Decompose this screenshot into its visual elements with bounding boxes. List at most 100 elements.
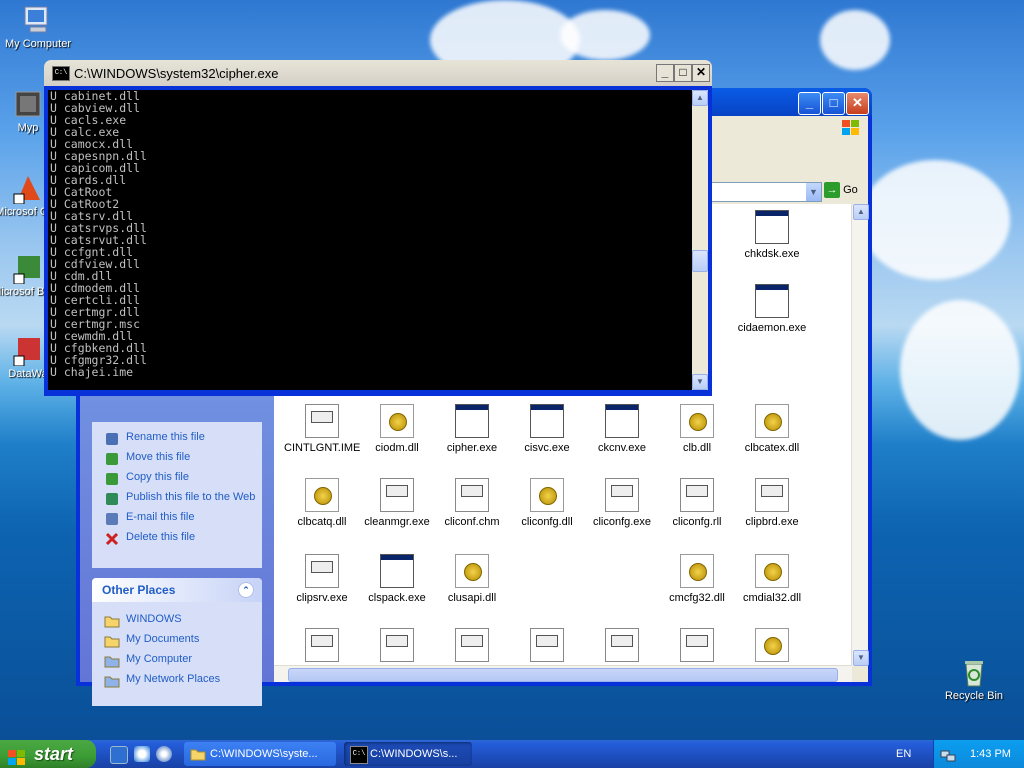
go-button[interactable]: → Go bbox=[824, 182, 864, 202]
file-icon bbox=[305, 404, 339, 438]
scroll-down-icon[interactable]: ▼ bbox=[853, 650, 869, 666]
file-item[interactable]: chkdsk.exe bbox=[734, 210, 810, 260]
dll-file-icon bbox=[530, 478, 564, 512]
file-item[interactable]: cmmon32.exe bbox=[584, 628, 660, 666]
scroll-down-icon[interactable]: ▼ bbox=[692, 374, 708, 390]
windows-flag-icon bbox=[8, 746, 26, 765]
other-places-title: Other Places bbox=[102, 583, 176, 597]
taskbar-button-explorer[interactable]: C:\WINDOWS\syste... bbox=[184, 742, 336, 766]
go-arrow-icon: → bbox=[824, 182, 840, 198]
file-item[interactable]: ckcnv.exe bbox=[584, 404, 660, 454]
dll-file-icon bbox=[755, 628, 789, 662]
minimize-button[interactable]: _ bbox=[798, 92, 821, 115]
horizontal-scrollbar[interactable] bbox=[274, 665, 852, 682]
desktop-icon-my-computer[interactable]: My Computer bbox=[0, 4, 76, 50]
file-item[interactable]: cmpbk32.dll bbox=[734, 628, 810, 666]
application-icon bbox=[380, 554, 414, 588]
task-link-delete[interactable]: Delete this file bbox=[92, 528, 262, 548]
go-label: Go bbox=[843, 184, 858, 196]
console-titlebar[interactable]: C:\ C:\WINDOWS\system32\cipher.exe _ □ ✕ bbox=[44, 60, 712, 86]
scroll-thumb[interactable] bbox=[288, 668, 838, 682]
console-maximize-button[interactable]: □ bbox=[674, 64, 692, 82]
other-places-header[interactable]: Other Places ⌃ bbox=[92, 578, 262, 602]
taskbar-button-console[interactable]: C:\ C:\WINDOWS\s... bbox=[344, 742, 472, 766]
desktop-icon-label: Myp bbox=[17, 122, 39, 134]
file-item[interactable]: cleanmgr.exe bbox=[359, 478, 435, 528]
internet-explorer-icon[interactable] bbox=[134, 746, 150, 762]
file-item[interactable]: ciodm.dll bbox=[359, 404, 435, 454]
console-scrollbar[interactable]: ▲ ▼ bbox=[692, 90, 708, 390]
media-player-icon[interactable] bbox=[156, 746, 172, 762]
file-item[interactable]: CINTLGNT.IME bbox=[284, 404, 360, 454]
language-indicator[interactable]: EN bbox=[896, 740, 911, 768]
other-place-link[interactable]: My Computer bbox=[92, 650, 262, 670]
file-name: cidaemon.exe bbox=[737, 322, 807, 334]
file-item[interactable]: clbcatq.dll bbox=[284, 478, 360, 528]
file-item[interactable]: clipbrd.exe bbox=[734, 478, 810, 528]
file-item[interactable]: cidaemon.exe bbox=[734, 284, 810, 334]
console-line: U catsrvut.dll bbox=[50, 233, 147, 247]
file-item[interactable]: cmmgr32.hlp bbox=[509, 628, 585, 666]
file-name: cipher.exe bbox=[446, 442, 498, 454]
cloud bbox=[820, 10, 890, 70]
file-name: chkdsk.exe bbox=[744, 248, 800, 260]
file-item[interactable]: cmdlib.wsc bbox=[434, 628, 510, 666]
cloud bbox=[560, 10, 650, 60]
other-place-link[interactable]: My Documents bbox=[92, 630, 262, 650]
file-item[interactable]: cliconfg.rll bbox=[659, 478, 735, 528]
file-item[interactable]: cipher.exe bbox=[434, 404, 510, 454]
file-item[interactable]: CMDIALOG.... bbox=[284, 628, 360, 666]
vertical-scrollbar[interactable]: ▲ ▼ bbox=[851, 204, 869, 666]
task-link-copy[interactable]: Copy this file bbox=[92, 468, 262, 488]
chevron-up-icon[interactable]: ⌃ bbox=[238, 582, 254, 598]
file-name: cliconfg.dll bbox=[521, 516, 573, 528]
show-desktop-icon[interactable] bbox=[110, 746, 128, 764]
other-place-link[interactable]: WINDOWS bbox=[92, 610, 262, 630]
dll-file-icon bbox=[680, 404, 714, 438]
desktop-icon-recycle-bin[interactable]: Recycle Bin bbox=[936, 656, 1012, 702]
scroll-up-icon[interactable]: ▲ bbox=[692, 90, 708, 106]
clock: 1:43 PM bbox=[970, 748, 1011, 760]
maximize-button[interactable]: □ bbox=[822, 92, 845, 115]
file-name: clbcatq.dll bbox=[297, 516, 347, 528]
file-name: cisvc.exe bbox=[524, 442, 570, 454]
network-icon[interactable] bbox=[940, 746, 956, 762]
chevron-down-icon[interactable]: ▼ bbox=[806, 183, 821, 201]
file-item[interactable]: cmcfg32.dll bbox=[659, 554, 735, 604]
file-item[interactable]: clipsrv.exe bbox=[284, 554, 360, 604]
scroll-up-icon[interactable]: ▲ bbox=[853, 204, 869, 220]
file-item[interactable]: clspack.exe bbox=[359, 554, 435, 604]
task-link-move[interactable]: Move this file bbox=[92, 448, 262, 468]
address-input[interactable]: ▼ bbox=[710, 182, 822, 202]
file-item[interactable]: cliconfg.exe bbox=[584, 478, 660, 528]
file-item[interactable]: cmdial32.dll bbox=[734, 554, 810, 604]
task-link-email[interactable]: E-mail this file bbox=[92, 508, 262, 528]
file-item[interactable]: cliconfg.dll bbox=[509, 478, 585, 528]
task-link-rename[interactable]: Rename this file bbox=[92, 428, 262, 448]
file-item[interactable]: cmdl32.exe bbox=[359, 628, 435, 666]
dll-file-icon bbox=[305, 478, 339, 512]
file-item[interactable]: clb.dll bbox=[659, 404, 735, 454]
task-link-publish[interactable]: Publish this file to the Web bbox=[92, 488, 262, 508]
dll-file-icon bbox=[455, 554, 489, 588]
start-button[interactable]: start bbox=[0, 740, 96, 768]
file-item[interactable]: clusapi.dll bbox=[434, 554, 510, 604]
other-place-label: My Network Places bbox=[126, 673, 221, 685]
console-close-button[interactable]: ✕ bbox=[692, 64, 710, 82]
file-item[interactable]: cmos.ram bbox=[659, 628, 735, 666]
desktop-icon-label: My Computer bbox=[4, 38, 72, 50]
file-icon bbox=[680, 628, 714, 662]
task-link-label: E-mail this file bbox=[126, 511, 195, 523]
console-output[interactable]: U cabinet.dll U cabview.dll U cacls.exe U c… bbox=[48, 90, 694, 390]
file-name: clipbrd.exe bbox=[745, 516, 799, 528]
scroll-thumb[interactable] bbox=[692, 250, 708, 272]
file-item[interactable]: cliconf.chm bbox=[434, 478, 510, 528]
console-line: U CatRoot2 bbox=[50, 197, 120, 211]
close-button[interactable]: ✕ bbox=[846, 92, 869, 115]
console-minimize-button[interactable]: _ bbox=[656, 64, 674, 82]
other-place-link[interactable]: My Network Places bbox=[92, 670, 262, 690]
start-label: start bbox=[34, 744, 74, 764]
console-line: U calc.exe bbox=[50, 125, 120, 139]
file-item[interactable]: cisvc.exe bbox=[509, 404, 585, 454]
file-item[interactable]: clbcatex.dll bbox=[734, 404, 810, 454]
